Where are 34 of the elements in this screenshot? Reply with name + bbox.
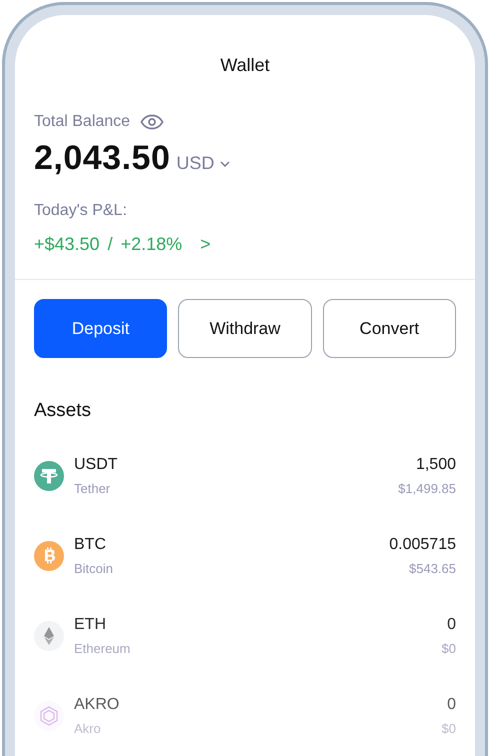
asset-value: $0 [442, 720, 456, 736]
action-button[interactable]: Convert [322, 299, 456, 358]
asset-value: $0 [442, 640, 456, 656]
asset-value: $543.65 [409, 560, 456, 576]
asset-name: Tether [74, 480, 112, 496]
bitcoin-icon [34, 541, 64, 571]
asset-name: Akro [74, 720, 102, 736]
asset-symbol: ETH [74, 616, 107, 634]
asset-symbol: AKRO [74, 696, 120, 714]
pnl-separator: / [108, 234, 113, 255]
asset-symbol: USDT [74, 456, 119, 474]
action-button[interactable]: Withdraw [178, 299, 312, 358]
eye-icon[interactable] [140, 114, 164, 130]
asset-name: Bitcoin [74, 560, 114, 576]
asset-amount: 1,500 [416, 456, 456, 474]
section-title: Assets [34, 400, 92, 422]
asset-amount: 0 [447, 616, 456, 634]
asset-symbol: BTC [74, 536, 107, 554]
asset-name: Ethereum [74, 640, 132, 656]
pnl-amount: +$43.50 [34, 234, 100, 255]
pnl-arrow[interactable]: > [200, 234, 211, 255]
action-button[interactable]: Deposit [34, 299, 168, 358]
tether-icon [34, 461, 64, 491]
pnl-percent: +2.18% [120, 234, 182, 255]
asset-value: $1,499.85 [398, 480, 456, 496]
asset-amount: 0.005715 [389, 536, 456, 554]
chevron-down-icon [220, 160, 230, 166]
asset-amount: 0 [447, 696, 456, 714]
pnl-label: Today's P&L: [34, 202, 128, 220]
screen-title: Wallet [219, 55, 271, 75]
currency-selector[interactable]: USD [176, 153, 230, 174]
ethereum-icon [34, 621, 64, 651]
balance-amount: 2,043.50 [34, 139, 170, 178]
balance-label: Total Balance [34, 113, 130, 131]
